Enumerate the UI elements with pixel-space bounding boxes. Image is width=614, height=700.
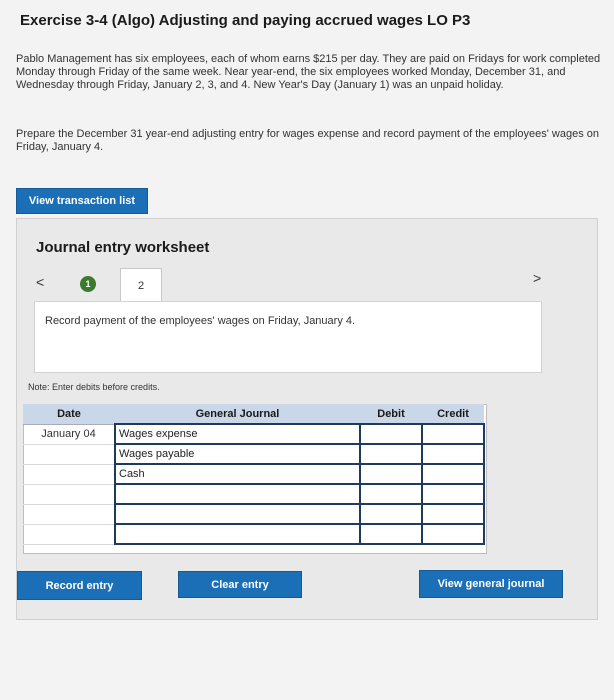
debit-input[interactable] (359, 503, 423, 525)
worksheet-title: Journal entry worksheet (36, 239, 210, 256)
debit-input[interactable] (359, 423, 423, 445)
col-debit-header: Debit (360, 404, 422, 425)
journal-table: Date General Journal Debit Credit Januar… (23, 404, 485, 545)
account-value: Wages payable (119, 448, 195, 460)
account-input[interactable]: Cash (114, 463, 361, 485)
col-credit-header: Credit (422, 404, 484, 425)
next-step-chevron-icon[interactable]: > (533, 270, 541, 286)
step-instruction: Record payment of the employees' wages o… (45, 315, 356, 327)
table-row: Cash (23, 463, 485, 485)
account-input[interactable]: Wages payable (114, 443, 361, 465)
debit-input[interactable] (359, 443, 423, 465)
col-date-header: Date (23, 404, 115, 425)
credit-input[interactable] (421, 483, 485, 505)
account-input[interactable] (114, 523, 361, 545)
date-cell[interactable] (23, 484, 115, 505)
debit-credit-note: Note: Enter debits before credits. (28, 382, 160, 392)
record-entry-button[interactable]: Record entry (17, 571, 142, 600)
date-cell[interactable] (23, 504, 115, 525)
problem-description: Pablo Management has six employees, each… (16, 53, 601, 91)
credit-input[interactable] (421, 463, 485, 485)
table-row (23, 503, 485, 525)
debit-input[interactable] (359, 523, 423, 545)
credit-input[interactable] (421, 503, 485, 525)
view-transaction-list-button[interactable]: View transaction list (16, 188, 148, 214)
step-2-tab[interactable]: 2 (120, 268, 162, 302)
clear-entry-button[interactable]: Clear entry (178, 571, 302, 598)
account-input[interactable] (114, 483, 361, 505)
table-row: January 04 Wages expense (23, 423, 485, 445)
page-title: Exercise 3-4 (Algo) Adjusting and paying… (20, 12, 471, 29)
table-row (23, 483, 485, 505)
account-input[interactable] (114, 503, 361, 525)
debit-input[interactable] (359, 483, 423, 505)
credit-input[interactable] (421, 443, 485, 465)
col-account-header: General Journal (115, 404, 360, 425)
problem-instructions: Prepare the December 31 year-end adjusti… (16, 128, 599, 153)
instruction-box (34, 301, 542, 373)
debit-input[interactable] (359, 463, 423, 485)
account-input[interactable]: Wages expense (114, 423, 361, 445)
view-general-journal-button[interactable]: View general journal (419, 570, 563, 598)
table-row: Wages payable (23, 443, 485, 465)
date-cell[interactable]: January 04 (23, 424, 115, 445)
credit-input[interactable] (421, 523, 485, 545)
table-row (23, 523, 485, 545)
account-value: Cash (119, 468, 145, 480)
step-1-complete[interactable]: 1 (80, 276, 96, 292)
date-cell[interactable] (23, 444, 115, 465)
prev-step-chevron-icon[interactable]: < (36, 274, 44, 290)
date-cell[interactable] (23, 464, 115, 485)
date-cell[interactable] (23, 524, 115, 545)
credit-input[interactable] (421, 423, 485, 445)
account-value: Wages expense (119, 428, 198, 440)
